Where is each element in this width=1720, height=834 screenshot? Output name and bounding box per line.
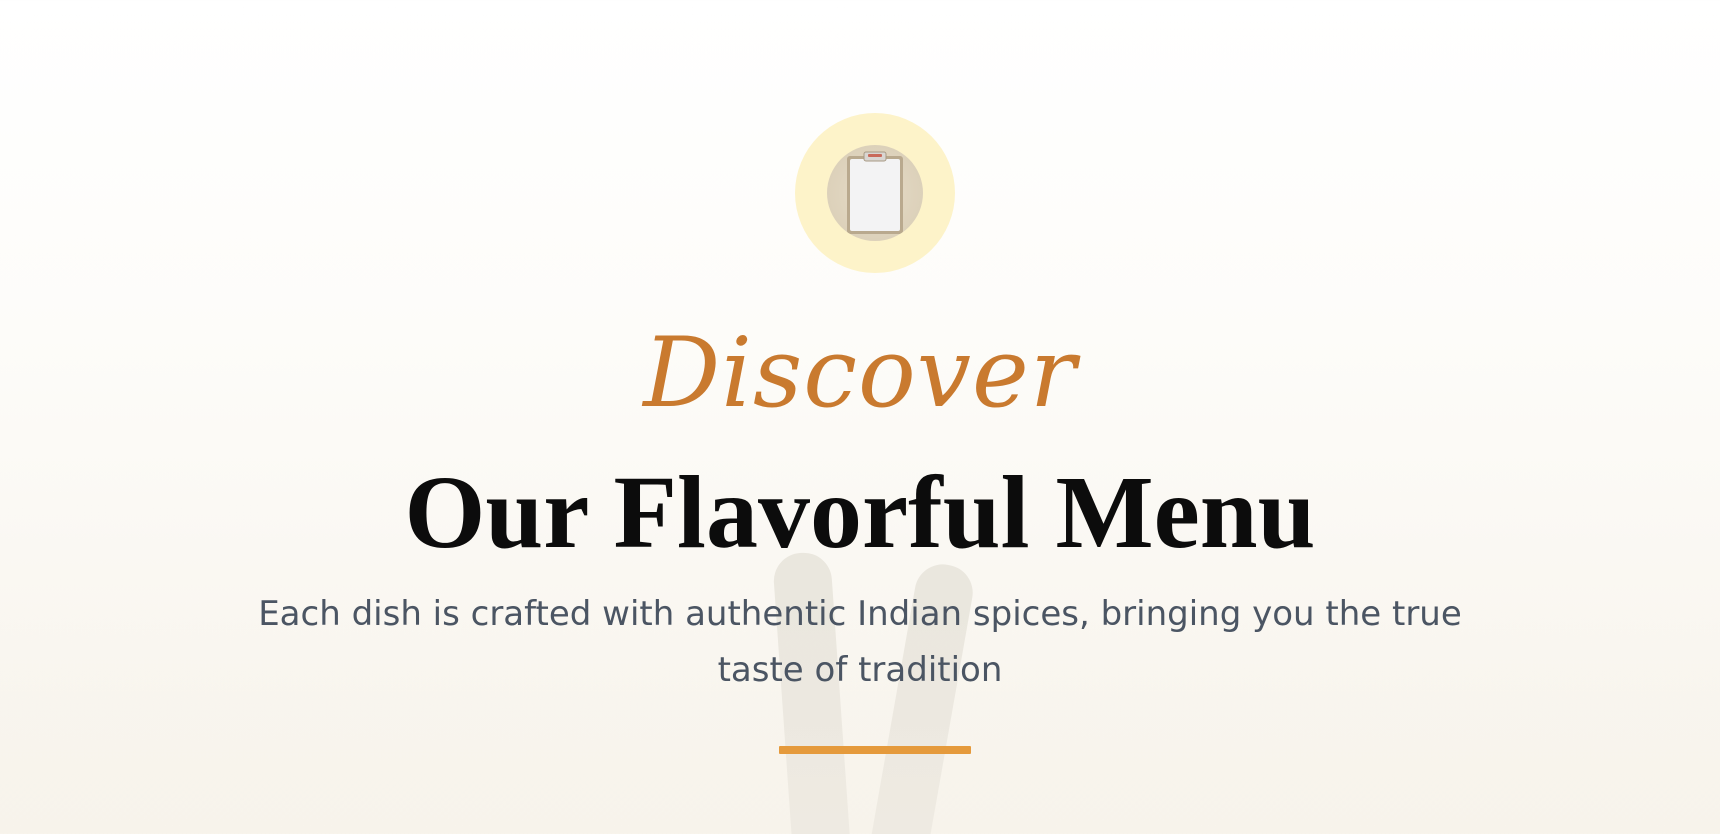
accent-divider <box>779 746 971 754</box>
menu-badge-photo <box>827 145 923 241</box>
section-title: Our Flavorful Menu <box>404 455 1316 570</box>
section-eyebrow: Discover <box>643 317 1077 429</box>
clipboard-icon <box>847 151 903 234</box>
section-subtitle: Each dish is crafted with authentic Indi… <box>258 594 1462 690</box>
menu-intro-section: Discover Our Flavorful Menu Each dish is… <box>0 0 1720 834</box>
menu-badge <box>795 113 955 273</box>
